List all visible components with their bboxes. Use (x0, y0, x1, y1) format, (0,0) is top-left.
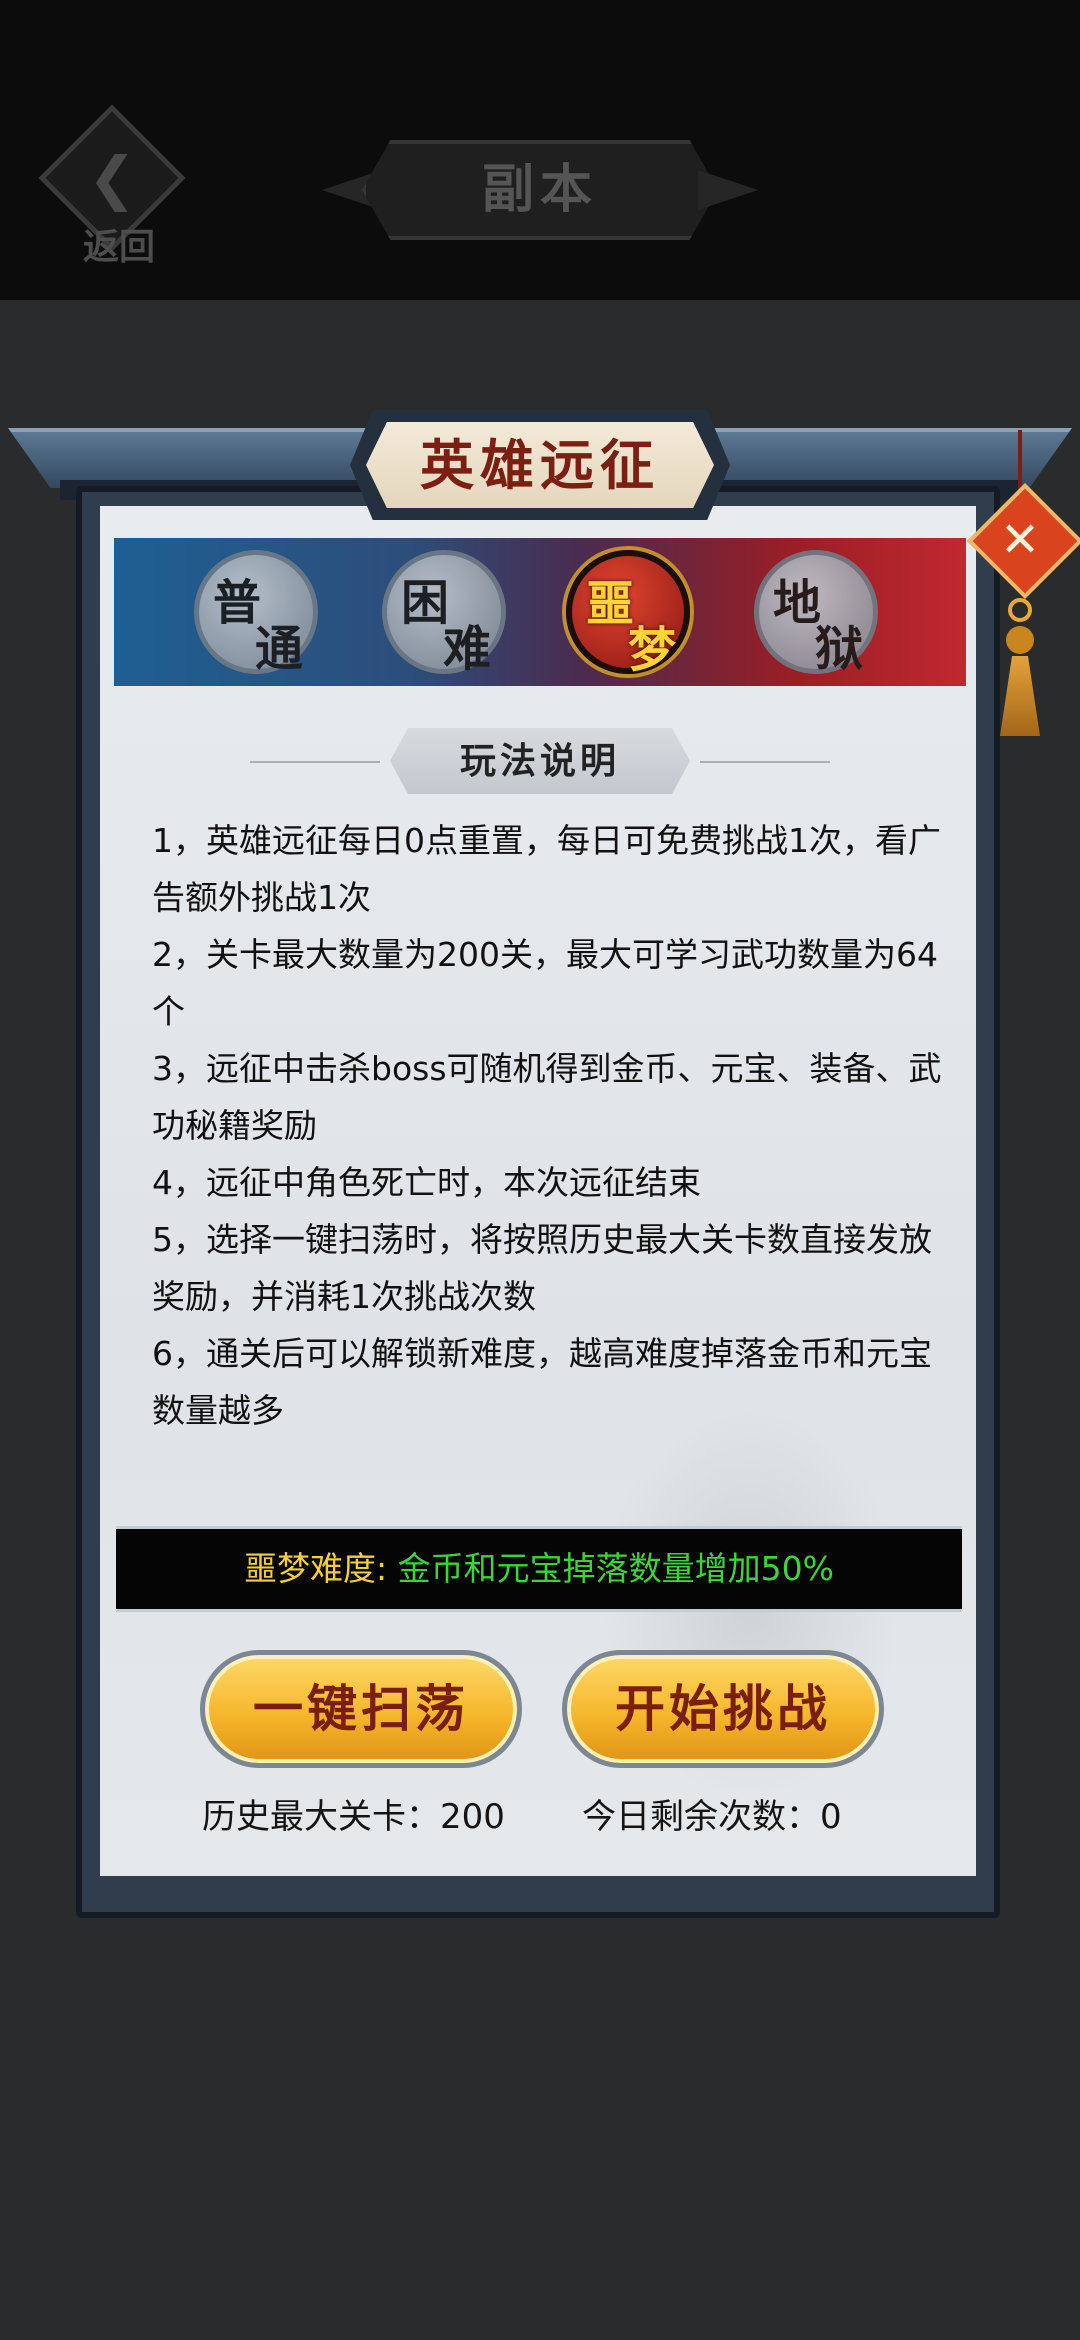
sweep-button[interactable]: 一键扫荡 (200, 1650, 522, 1768)
page-title: 副本 (481, 159, 598, 220)
tab-nightmare[interactable]: 噩 梦 (566, 550, 690, 678)
bonus-banner: 噩梦难度: 金币和元宝掉落数量增加50% (116, 1526, 962, 1612)
rule-item: 1，英雄远征每日0点重置，每日可免费挑战1次，看广告额外挑战1次 (152, 821, 941, 917)
difficulty-tabs: 普 通 困 难 噩 梦 地 狱 (114, 538, 966, 686)
tab-hell[interactable]: 地 狱 (754, 550, 878, 677)
back-arrow-icon: ❮ (87, 144, 137, 212)
rules-heading-bar: 玩法说明 (250, 724, 830, 800)
rule-item: 6，通关后可以解锁新难度，越高难度掉落金币和元宝数量越多 (152, 1334, 932, 1430)
tab-normal[interactable]: 普 通 (194, 550, 318, 677)
rule-item: 2，关卡最大数量为200关，最大可学习武功数量为64个 (152, 935, 938, 1031)
start-button-label: 开始挑战 (615, 1679, 831, 1738)
tab-char: 地 (773, 575, 822, 631)
panel-title-plaque: 英雄远征 (350, 410, 730, 520)
page-title-plaque: 副本 (322, 140, 758, 240)
tab-char: 难 (443, 621, 492, 677)
tab-char: 通 (255, 621, 304, 677)
back-label: 返回 (82, 226, 155, 268)
tassel-icon (1000, 656, 1040, 736)
rule-item: 5，选择一键扫荡时，将按照历史最大关卡数直接发放奖励，并消耗1次挑战次数 (152, 1220, 932, 1316)
tab-char: 狱 (815, 621, 864, 677)
sweep-button-label: 一键扫荡 (253, 1679, 469, 1738)
remaining-attempts: 今日剩余次数：0 (582, 1797, 842, 1837)
tab-char: 普 (213, 575, 262, 631)
divider (700, 761, 830, 763)
start-challenge-button[interactable]: 开始挑战 (562, 1650, 884, 1768)
history-max-stage: 历史最大关卡：200 (202, 1797, 505, 1837)
close-button[interactable]: ✕ (960, 430, 1080, 750)
rule-item: 4，远征中角色死亡时，本次远征结束 (152, 1163, 701, 1202)
tab-char: 梦 (628, 622, 677, 678)
back-button[interactable]: ❮ 返回 (38, 104, 190, 268)
tab-hard[interactable]: 困 难 (382, 550, 506, 677)
rules-heading: 玩法说明 (459, 740, 620, 782)
bonus-value: 金币和元宝掉落数量增加50% (397, 1549, 834, 1588)
rule-item: 3，远征中击杀boss可随机得到金币、元宝、装备、武功秘籍奖励 (152, 1049, 942, 1145)
close-ring-icon (1006, 626, 1034, 654)
tab-char: 噩 (586, 576, 635, 632)
top-bar: ❮ 返回 副本 (0, 0, 1080, 300)
bonus-label: 噩梦难度: (244, 1549, 388, 1588)
tab-char: 困 (401, 575, 450, 631)
panel-title: 英雄远征 (420, 433, 660, 497)
rules-list: 1，英雄远征每日0点重置，每日可免费挑战1次，看广告额外挑战1次 2，关卡最大数… (152, 812, 942, 1439)
divider (250, 761, 380, 763)
close-icon: ✕ (999, 512, 1041, 568)
close-knot-icon (1008, 598, 1032, 622)
